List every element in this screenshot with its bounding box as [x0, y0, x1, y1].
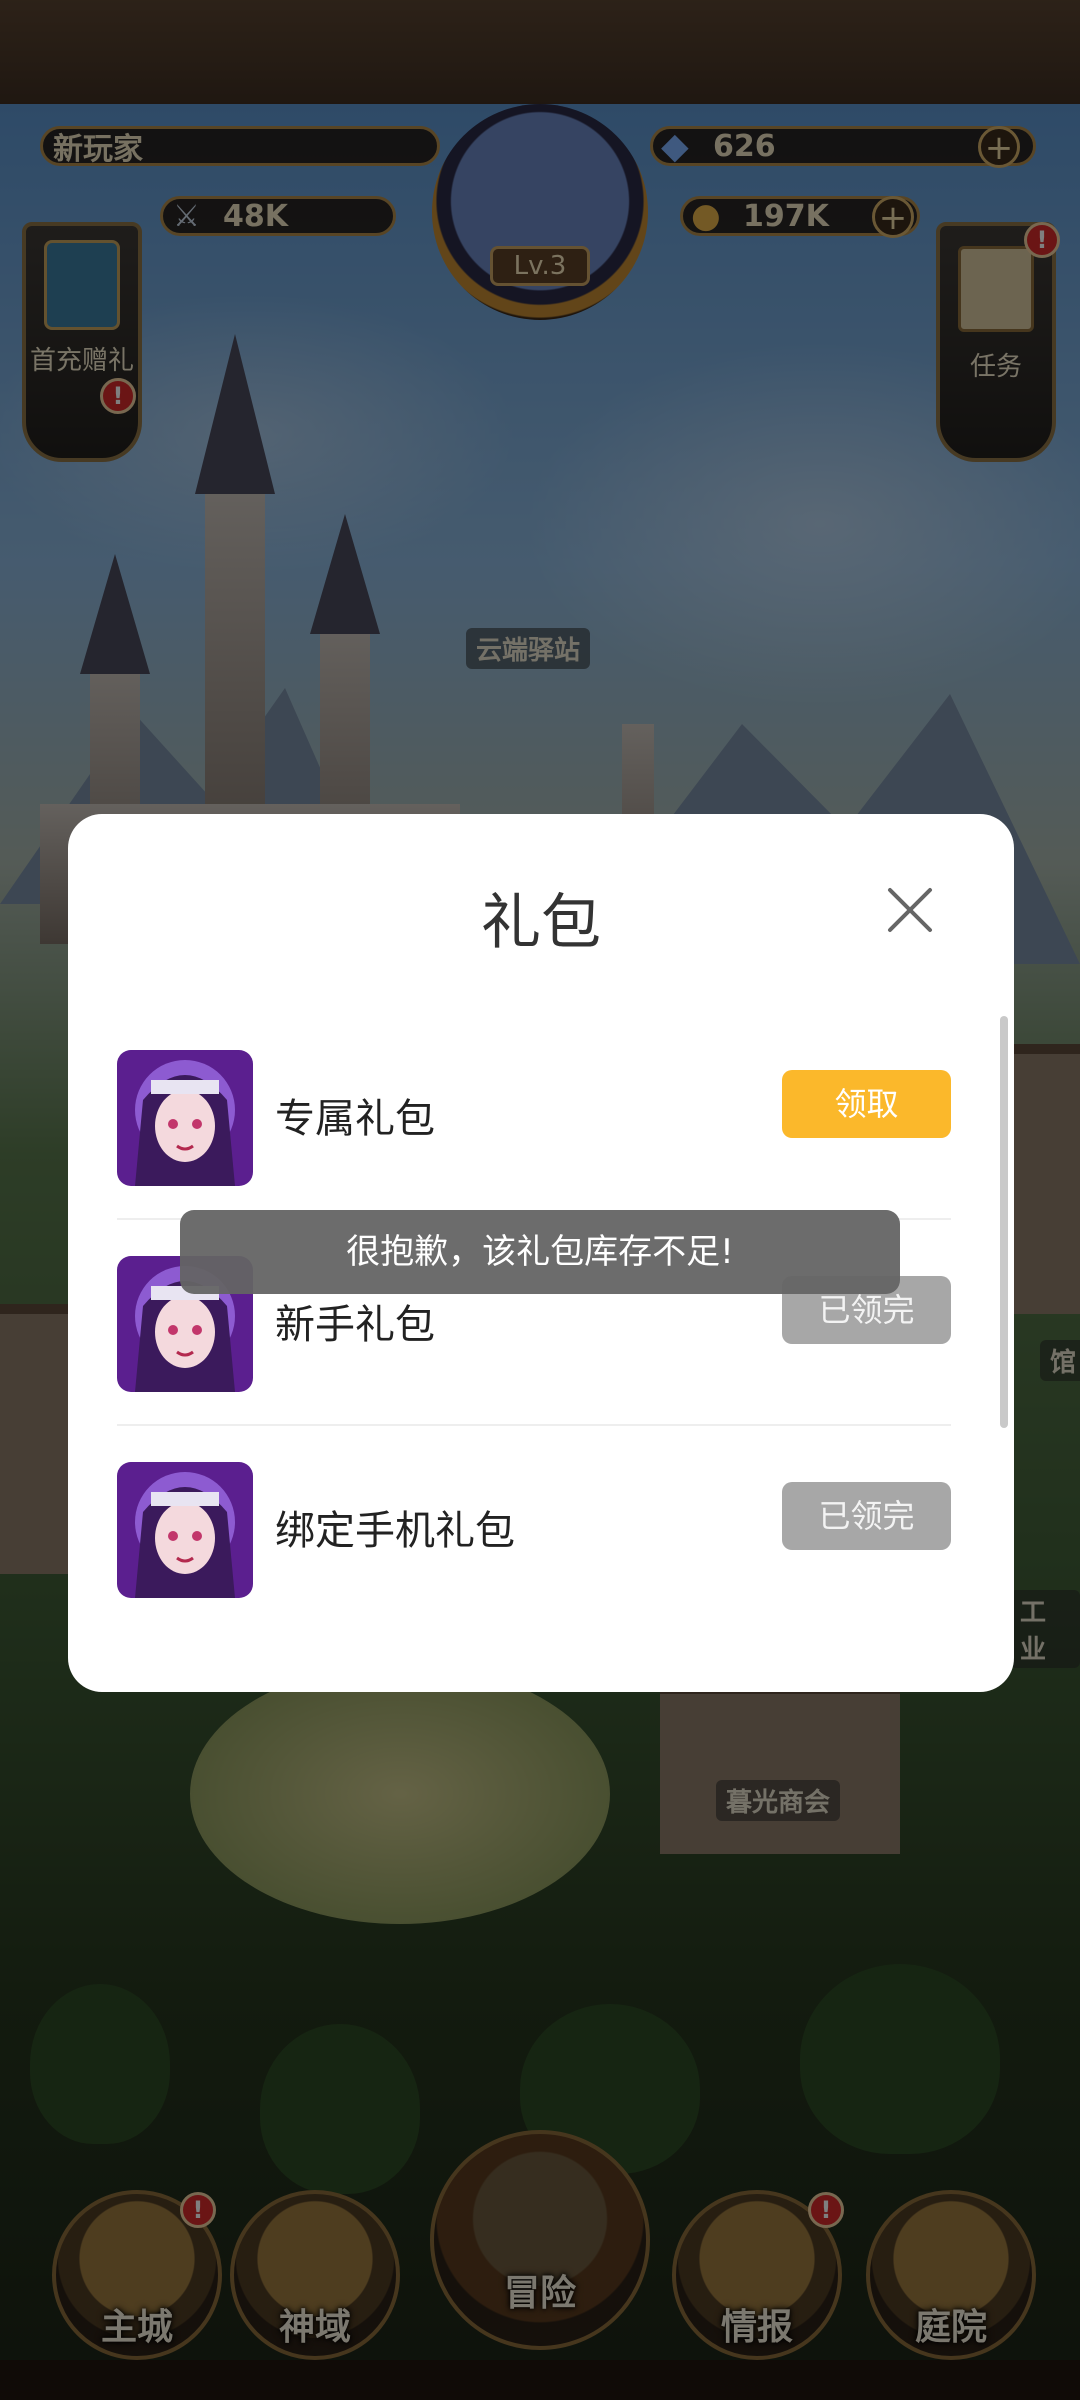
gift-character-icon — [117, 1050, 253, 1186]
toast-message: 很抱歉，该礼包库存不足! — [180, 1210, 900, 1294]
list-scrollbar[interactable] — [1000, 1016, 1008, 1428]
gift-name: 绑定手机礼包 — [275, 1508, 515, 1554]
claim-button[interactable]: 领取 — [782, 1070, 951, 1138]
close-button[interactable] — [880, 880, 940, 940]
gift-character-icon — [117, 1462, 253, 1598]
gift-item-exclusive: 专属礼包 领取 — [117, 1000, 951, 1190]
gift-item-bind-phone: 绑定手机礼包 已领完 — [117, 1412, 951, 1602]
screen: 云端驿站 暮光商会 馆 工业 新玩家 ⚔ 48K ◆ 626 + ● 197K … — [0, 0, 1080, 2400]
gift-name: 专属礼包 — [275, 1096, 435, 1142]
close-icon — [888, 888, 932, 932]
dialog-title: 礼包 — [481, 888, 601, 958]
gift-name: 新手礼包 — [275, 1302, 435, 1348]
claimed-out-button[interactable]: 已领完 — [782, 1482, 951, 1550]
